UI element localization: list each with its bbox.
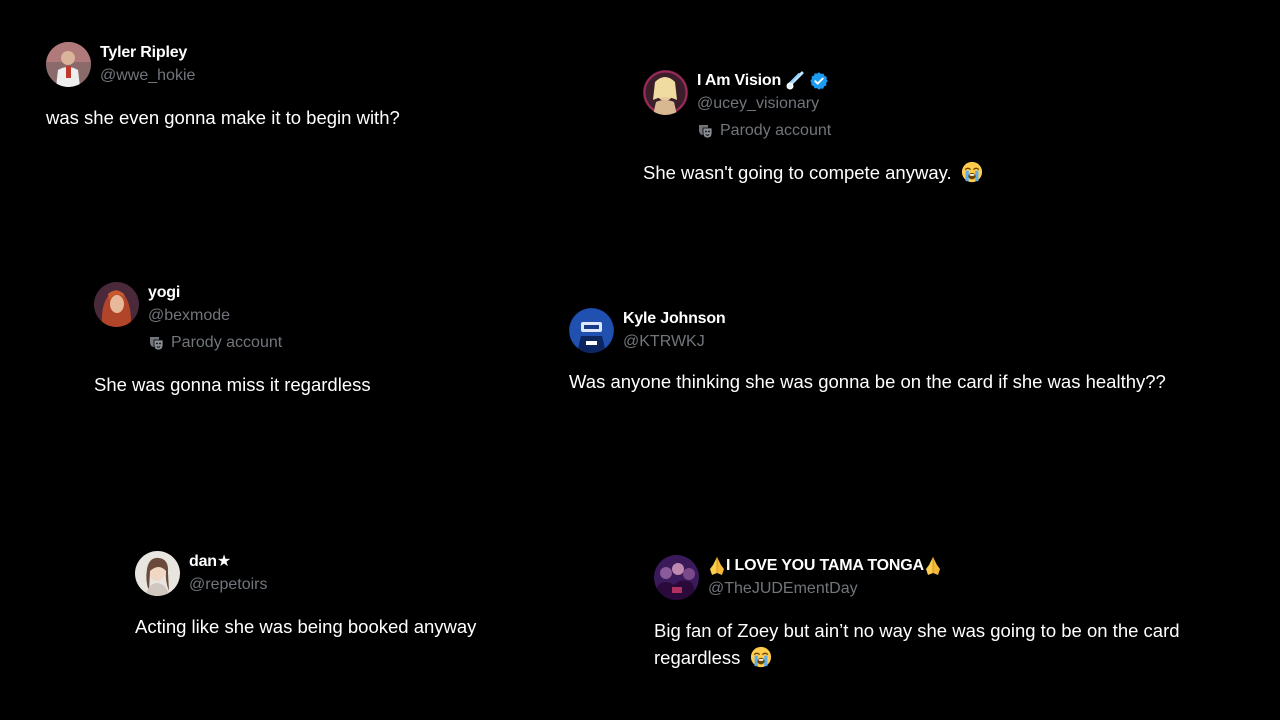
- display-name[interactable]: I LOVE YOU TAMA TONGA: [708, 556, 942, 576]
- tweet-text: Big fan of Zoey but ain’t no way she was…: [654, 617, 1180, 671]
- tweet-meta: Tyler Ripley @wwe_hokie: [100, 42, 195, 87]
- tweet-meta: I LOVE YOU TAMA TONGA @TheJUDEmentDay: [708, 555, 942, 600]
- avatar-image-icon: [643, 70, 688, 115]
- praying-hands-emoji: [710, 557, 724, 575]
- tweet-header: I LOVE YOU TAMA TONGA @TheJUDEmentDay: [654, 555, 1180, 600]
- tweet-text: was she even gonna make it to begin with…: [46, 107, 400, 128]
- display-name-text[interactable]: I LOVE YOU TAMA TONGA: [726, 556, 924, 576]
- tweet-text: Was anyone thinking she was gonna be on …: [569, 371, 1166, 392]
- parody-badge-label: Parody account: [720, 122, 832, 139]
- display-name[interactable]: I Am Vision: [697, 71, 831, 91]
- display-name-text[interactable]: dan★: [189, 552, 231, 572]
- handle[interactable]: @repetoirs: [189, 574, 268, 596]
- tweet-text-line-2: regardless: [654, 644, 1180, 671]
- tweet-meta: I Am Vision @ucey_visionary Parody accou…: [697, 70, 831, 142]
- theater-mask-icon: [150, 337, 164, 351]
- avatar-image-icon: [654, 555, 699, 600]
- tweet-tama-tonga-fan[interactable]: I LOVE YOU TAMA TONGA @TheJUDEmentDay Bi…: [654, 555, 1180, 671]
- praying-hands-emoji: [925, 557, 940, 575]
- avatar-image-icon: [569, 308, 614, 353]
- display-name[interactable]: yogi: [148, 283, 282, 303]
- tweet-meta: dan★ @repetoirs: [189, 551, 268, 596]
- parody-badge: Parody account: [697, 120, 831, 142]
- avatar[interactable]: [135, 551, 180, 596]
- display-name-text[interactable]: I Am Vision: [697, 71, 781, 91]
- tweet-collage: Tyler Ripley @wwe_hokie was she even gon…: [0, 0, 1280, 720]
- parody-badge: Parody account: [148, 332, 282, 354]
- tweet-meta: yogi @bexmode Parody account: [148, 282, 282, 354]
- avatar-image-icon: [135, 551, 180, 596]
- handle[interactable]: @wwe_hokie: [100, 65, 195, 87]
- loudly-crying-face-emoji: [961, 161, 982, 183]
- comet-icon: [786, 71, 804, 90]
- display-name-text[interactable]: yogi: [148, 283, 180, 303]
- tweet-text-line-1: Big fan of Zoey but ain’t no way she was…: [654, 620, 1180, 641]
- verified-badge-icon[interactable]: [809, 71, 829, 91]
- avatar[interactable]: [94, 282, 139, 327]
- tweet-text: She was gonna miss it regardless: [94, 374, 371, 395]
- parody-badge-label: Parody account: [171, 334, 283, 351]
- tweet-header: dan★ @repetoirs: [135, 551, 476, 596]
- display-name[interactable]: Kyle Johnson: [623, 309, 726, 329]
- tweet-tyler-ripley[interactable]: Tyler Ripley @wwe_hokie was she even gon…: [46, 42, 400, 131]
- tweet-header: yogi @bexmode Parody account: [94, 282, 371, 354]
- display-name[interactable]: Tyler Ripley: [100, 43, 195, 63]
- tweet-dan[interactable]: dan★ @repetoirs Acting like she was bein…: [135, 551, 476, 640]
- avatar[interactable]: [569, 308, 614, 353]
- avatar-image-icon: [94, 282, 139, 327]
- handle[interactable]: @TheJUDEmentDay: [708, 578, 942, 600]
- tweet-text: She wasn't going to compete anyway.: [643, 159, 983, 186]
- handle[interactable]: @bexmode: [148, 305, 282, 327]
- tweet-meta: Kyle Johnson @KTRWKJ: [623, 308, 726, 353]
- display-name-text[interactable]: Tyler Ripley: [100, 43, 187, 63]
- tweet-header: I Am Vision @ucey_visionary Parody accou…: [643, 70, 983, 142]
- display-name-text[interactable]: Kyle Johnson: [623, 309, 726, 329]
- tweet-kyle-johnson[interactable]: Kyle Johnson @KTRWKJ Was anyone thinking…: [569, 308, 1166, 395]
- tweet-text: Acting like she was being booked anyway: [135, 616, 477, 637]
- tweet-header: Tyler Ripley @wwe_hokie: [46, 42, 400, 87]
- handle[interactable]: @KTRWKJ: [623, 331, 726, 353]
- loudly-crying-face-emoji: [750, 646, 771, 668]
- display-name[interactable]: dan★: [189, 552, 268, 572]
- handle[interactable]: @ucey_visionary: [697, 93, 831, 115]
- avatar[interactable]: [654, 555, 699, 600]
- tweet-text-body: She wasn't going to compete anyway.: [643, 162, 952, 183]
- avatar-image-icon: [46, 42, 91, 87]
- tweet-header: Kyle Johnson @KTRWKJ: [569, 308, 1166, 353]
- tweet-yogi[interactable]: yogi @bexmode Parody account She was gon…: [94, 282, 371, 398]
- tweet-text-line-2-body: regardless: [654, 647, 741, 668]
- avatar[interactable]: [46, 42, 91, 87]
- theater-mask-icon: [699, 125, 713, 139]
- avatar[interactable]: [643, 70, 688, 115]
- tweet-i-am-vision[interactable]: I Am Vision @ucey_visionary Parody accou…: [643, 70, 983, 186]
